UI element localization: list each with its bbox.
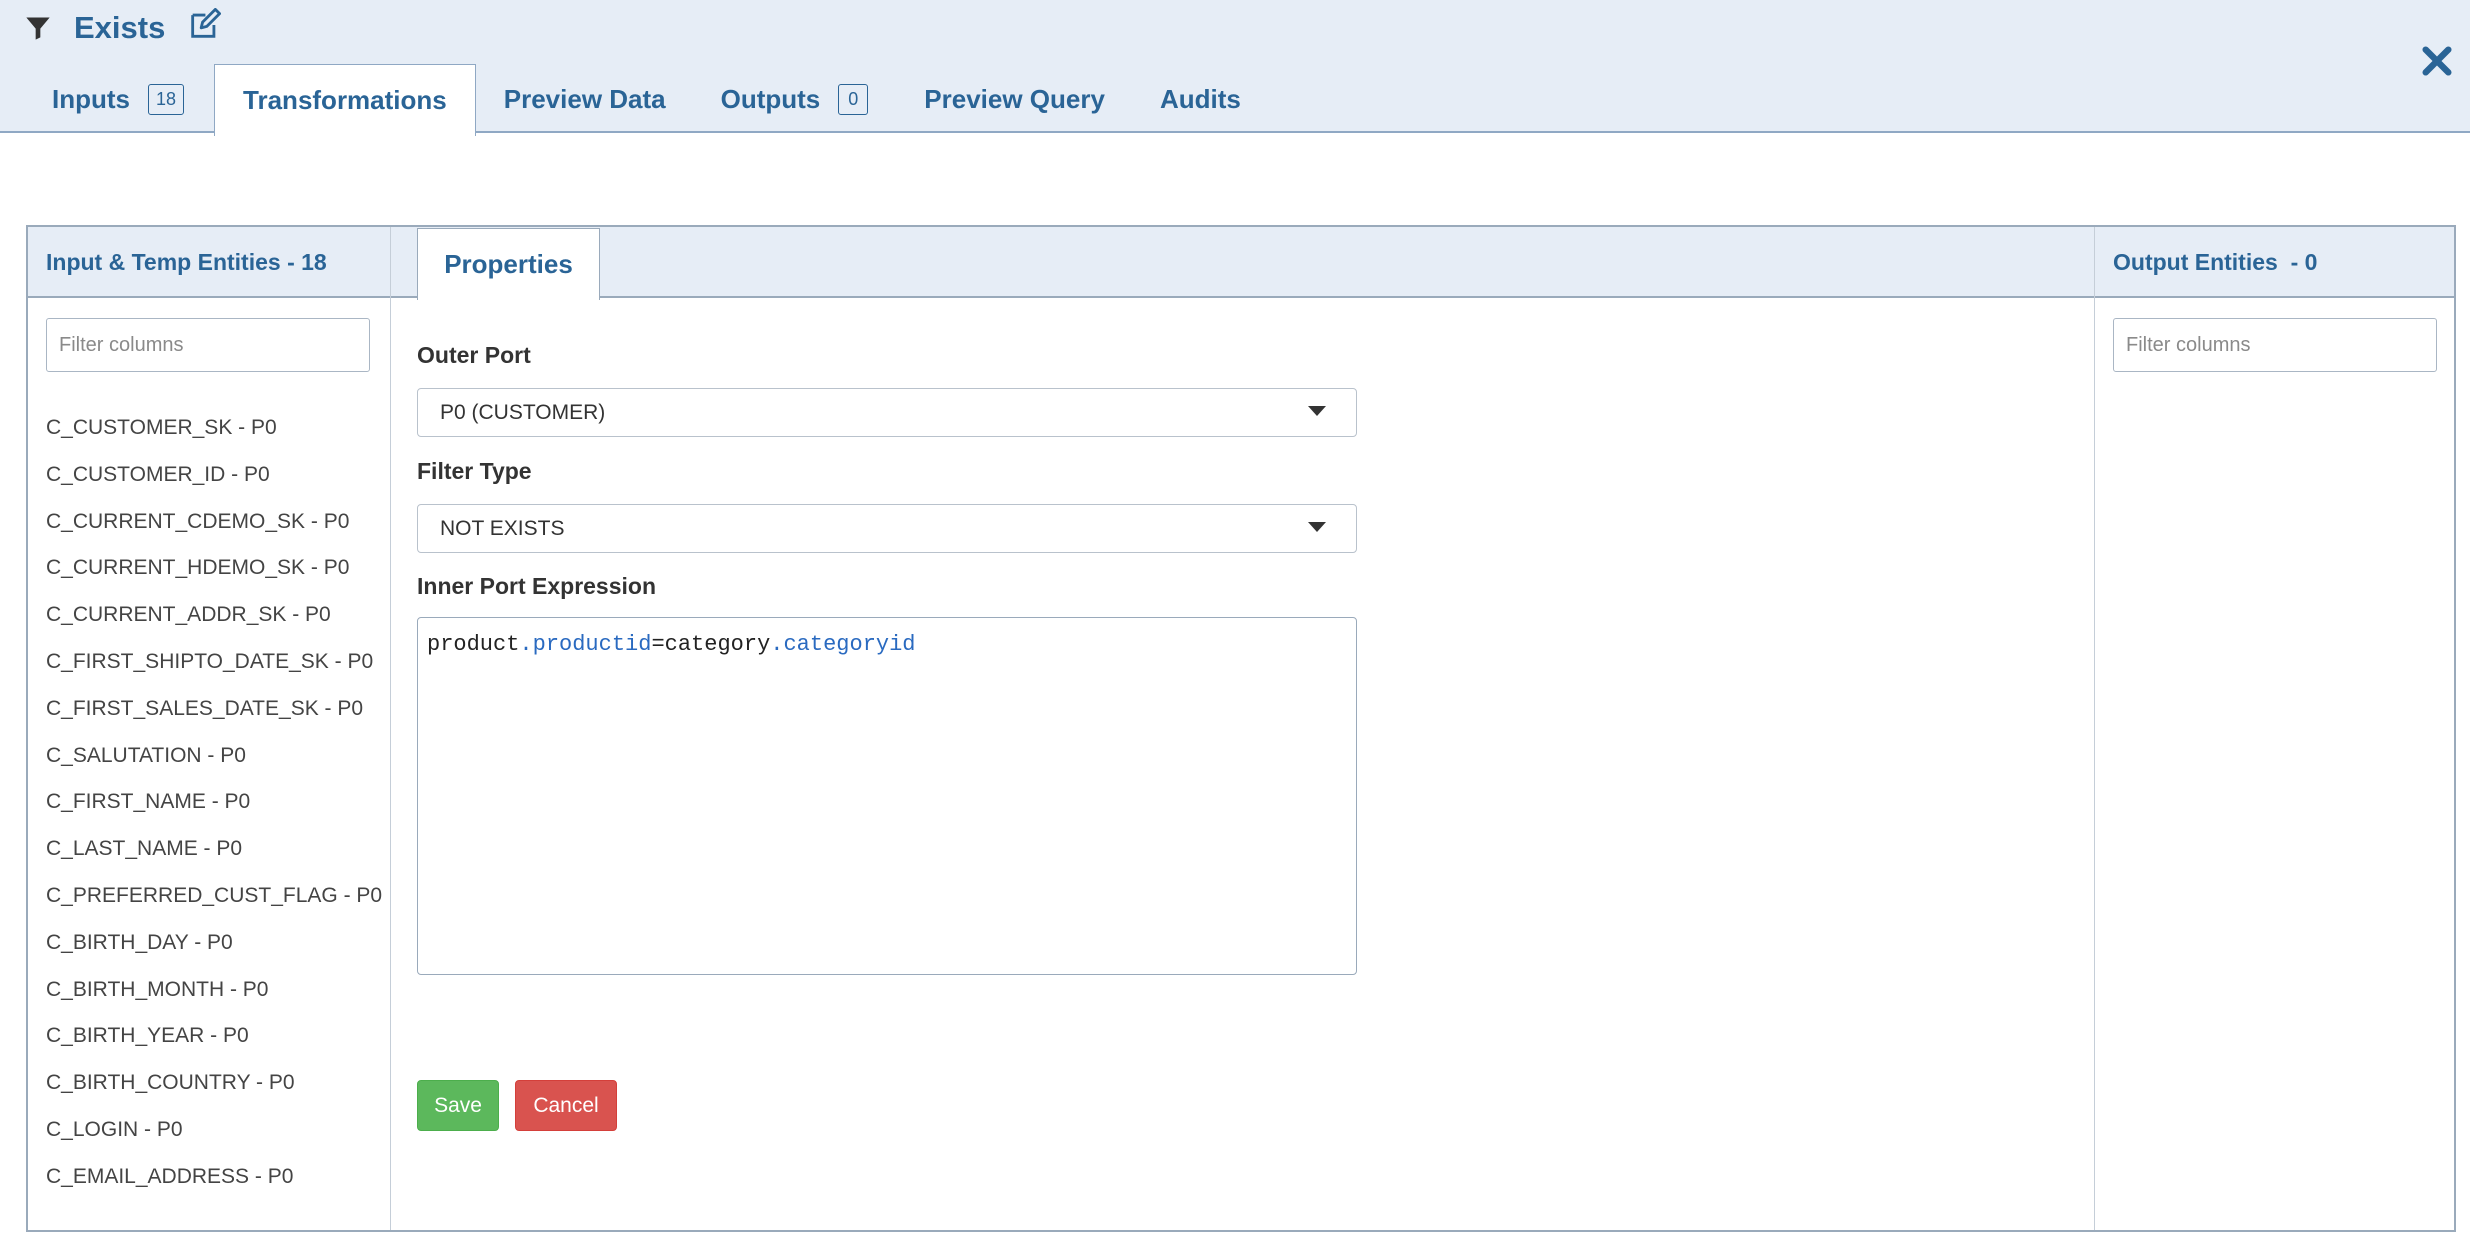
tab-inputs[interactable]: Inputs 18 [0,64,214,134]
output-columns-filter[interactable] [2113,318,2437,372]
outer-port-value: P0 (CUSTOMER) [440,400,606,424]
tab-audits[interactable]: Audits [1132,64,1269,134]
column-list-item[interactable]: C_PREFERRED_CUST_FLAG - P0 [46,873,390,920]
tab-preview-data[interactable]: Preview Data [476,64,693,134]
filter-type-value: NOT EXISTS [440,516,565,540]
expr-table-product: product [427,632,520,657]
column-list-item[interactable]: C_CUSTOMER_ID - P0 [46,452,390,499]
tab-bar: Inputs 18 Transformations Preview Data O… [0,62,1269,136]
inner-expression-label: Inner Port Expression [417,573,657,599]
tab-label: Preview Data [503,83,666,114]
input-entities-title: Input & Temp Entities - 18 [46,249,327,275]
column-list-item[interactable]: C_BIRTH_COUNTRY - P0 [46,1060,390,1107]
tab-label: Transformations [243,85,447,115]
input-entities-column: Input & Temp Entities - 18 C_CUSTOMER_SK… [28,227,391,1230]
title-row: Exists [24,6,222,50]
column-list-item[interactable]: C_FIRST_NAME - P0 [46,779,390,826]
inner-expression-editor[interactable]: product.productid=category.categoryid [417,617,1357,975]
inputs-count-badge: 18 [148,83,185,115]
expr-table-category: category [664,632,771,657]
cancel-button[interactable]: Cancel [515,1080,617,1131]
tab-outputs[interactable]: Outputs 0 [693,64,897,134]
tab-preview-query[interactable]: Preview Query [896,64,1132,134]
outputs-count-badge: 0 [838,83,869,115]
column-list-item[interactable]: C_SALUTATION - P0 [46,733,390,780]
column-list-item[interactable]: C_CUSTOMER_SK - P0 [46,405,390,452]
caret-down-icon [1308,406,1326,416]
outer-port-label: Outer Port [417,342,531,368]
column-list-item[interactable]: C_EMAIL_ADDRESS - P0 [46,1154,390,1192]
panel-header-bar [28,227,2454,298]
save-button[interactable]: Save [417,1080,499,1131]
expr-prop-productid: .productid [519,632,652,657]
column-list-item[interactable]: C_FIRST_SALES_DATE_SK - P0 [46,686,390,733]
tab-label: Outputs [720,83,821,114]
expr-operator: = [651,632,665,657]
window-header: Exists Inputs 18 Transformations Preview… [0,0,2470,136]
caret-down-icon [1308,522,1326,532]
column-list-item[interactable]: C_BIRTH_DAY - P0 [46,920,390,967]
outer-port-select[interactable]: P0 (CUSTOMER) [417,388,1357,437]
column-list-item[interactable]: C_BIRTH_MONTH - P0 [46,967,390,1014]
column-list-item[interactable]: C_LAST_NAME - P0 [46,826,390,873]
output-entities-column: Output Entities - 0 [2094,227,2456,1230]
column-list-item[interactable]: C_CURRENT_HDEMO_SK - P0 [46,545,390,592]
column-list-item[interactable]: C_LOGIN - P0 [46,1107,390,1154]
tab-label: Preview Query [924,83,1105,114]
edit-icon[interactable] [187,8,222,42]
page-title: Exists [74,10,166,45]
input-column-list[interactable]: C_CUSTOMER_SK - P0 C_CUSTOMER_ID - P0 C_CU… [46,405,390,1192]
input-columns-filter[interactable] [46,318,370,372]
tab-label: Inputs [52,83,130,114]
output-entities-title: Output Entities - 0 [2113,249,2318,275]
tab-properties[interactable]: Properties [417,228,600,300]
tab-label: Audits [1159,83,1241,114]
close-icon[interactable] [2420,44,2454,78]
transformation-panel: Input & Temp Entities - 18 C_CUSTOMER_SK… [26,225,2456,1232]
column-list-item[interactable]: C_CURRENT_ADDR_SK - P0 [46,592,390,639]
column-list-item[interactable]: C_FIRST_SHIPTO_DATE_SK - P0 [46,639,390,686]
tab-transformations[interactable]: Transformations [214,64,476,136]
filter-icon [26,17,50,40]
column-list-item[interactable]: C_CURRENT_CDEMO_SK - P0 [46,499,390,546]
column-list-item[interactable]: C_BIRTH_YEAR - P0 [46,1013,390,1060]
filter-type-label: Filter Type [417,458,532,484]
filter-type-select[interactable]: NOT EXISTS [417,504,1357,553]
expr-prop-categoryid: .categoryid [770,632,916,657]
